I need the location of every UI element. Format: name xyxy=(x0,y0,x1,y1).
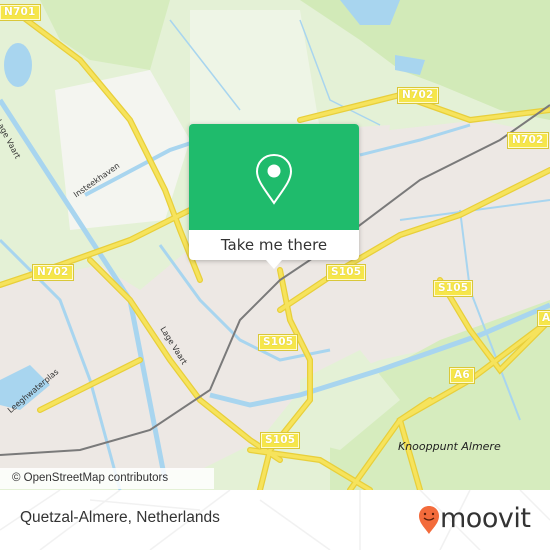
moovit-wordmark: moovit xyxy=(440,503,531,534)
road-shield-s105: S105 xyxy=(432,280,474,297)
road-shield-a6: A6 xyxy=(537,310,550,327)
road-shield-n702: N702 xyxy=(507,132,549,149)
location-popup: Take me there xyxy=(189,124,359,269)
road-shield-n701: N701 xyxy=(0,4,41,21)
footer-bar: Quetzal-Almere, Netherlands moovit xyxy=(0,490,550,550)
moovit-logo[interactable]: moovit xyxy=(418,500,538,540)
map-pin-icon xyxy=(255,153,293,205)
lake-nw xyxy=(4,43,32,87)
road-shield-n702: N702 xyxy=(397,87,439,104)
road-shield-s105: S105 xyxy=(257,334,299,351)
popup-header xyxy=(189,124,359,230)
label-knooppunt-almere: Knooppunt Almere xyxy=(398,440,501,453)
moovit-pin-icon xyxy=(419,506,439,534)
popup-pointer xyxy=(266,260,282,269)
road-shield-n702: N702 xyxy=(32,264,74,281)
take-me-there-button[interactable]: Take me there xyxy=(189,230,359,260)
map-view[interactable]: N701 N702 N702 N702 S105 S105 S105 S105 … xyxy=(0,0,550,490)
road-shield-s105: S105 xyxy=(259,432,301,449)
road-shield-s105: S105 xyxy=(325,264,367,281)
road-shield-a6: A6 xyxy=(449,367,475,384)
place-name: Quetzal-Almere, Netherlands xyxy=(20,509,220,526)
osm-attribution[interactable]: © OpenStreetMap contributors xyxy=(0,468,214,489)
